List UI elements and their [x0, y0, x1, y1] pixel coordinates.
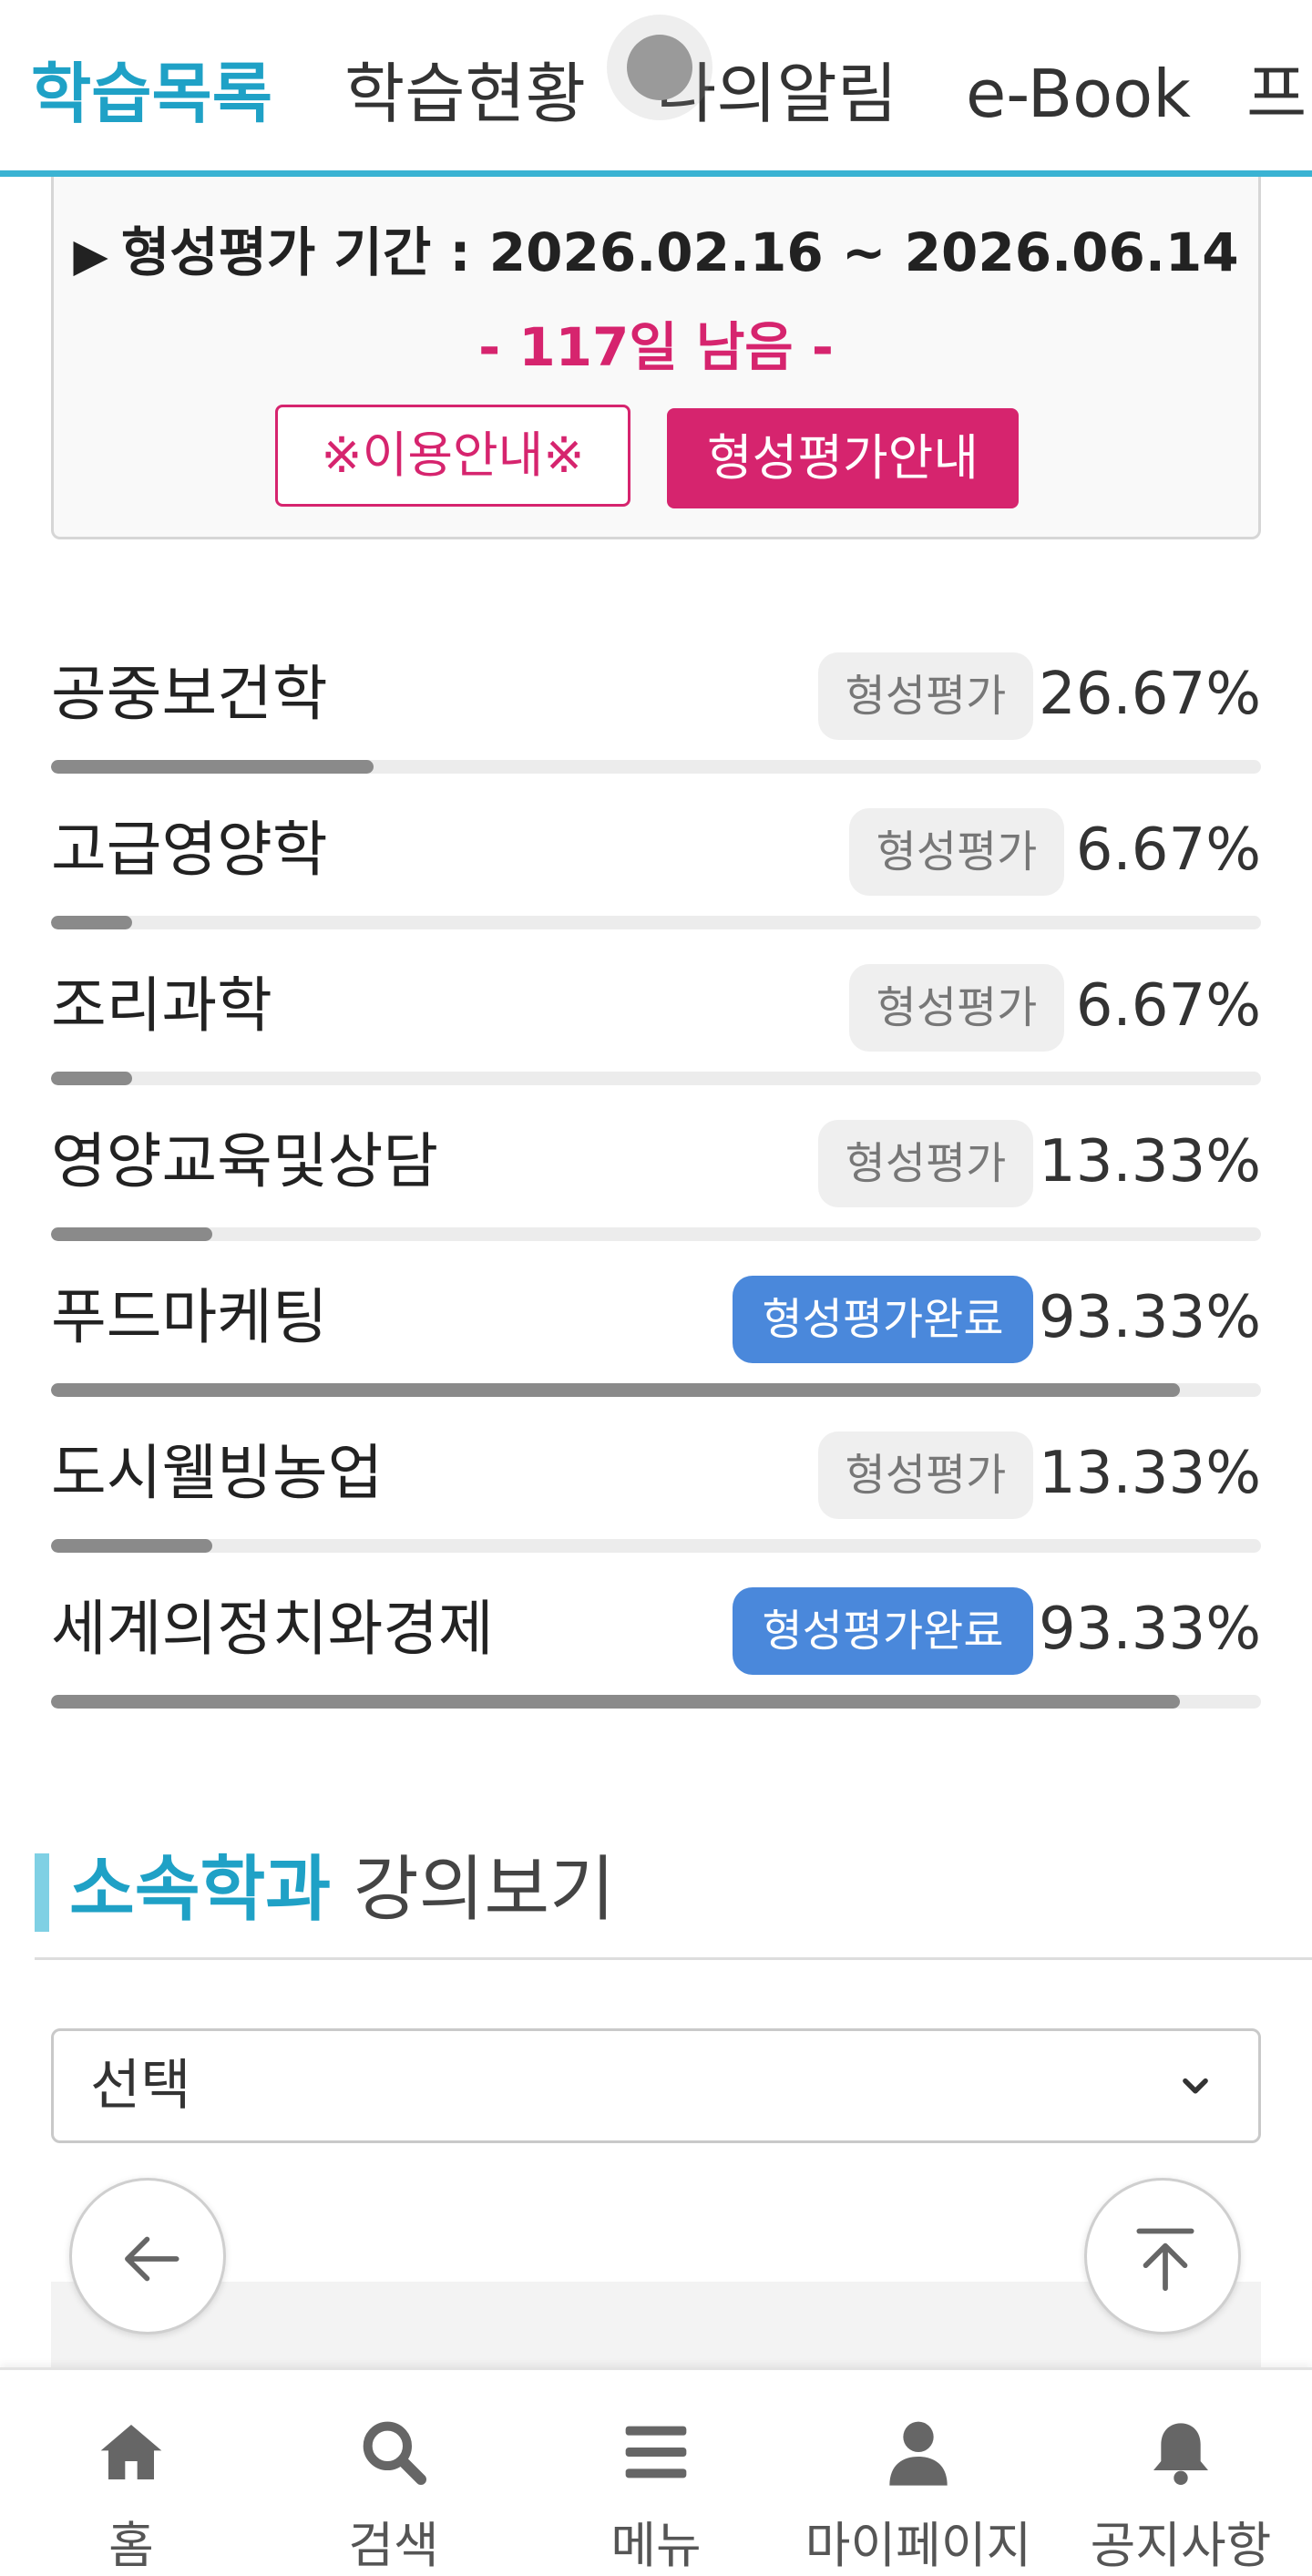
evaluation-period-box: ▶ 형성평가 기간 : 2026.02.16 ~ 2026.06.14 - 117…: [51, 177, 1261, 539]
progress-track: [51, 1539, 1261, 1553]
course-row[interactable]: 영양교육및상담 형성평가 13.33%: [51, 1116, 1261, 1272]
progress-fill: [51, 1072, 132, 1085]
progress-fill: [51, 1227, 213, 1241]
department-select[interactable]: 선택: [51, 2028, 1261, 2143]
menu-icon: [625, 2426, 687, 2479]
arrow-left-icon: [125, 2236, 179, 2282]
course-percent: 93.33%: [1038, 1284, 1261, 1351]
course-name[interactable]: 영양교육및상담: [51, 1116, 438, 1207]
tab-study-list[interactable]: 학습목록: [31, 53, 272, 135]
chevron-down-icon: [1183, 2078, 1208, 2094]
progress-track: [51, 1227, 1261, 1241]
evaluation-badge[interactable]: 형성평가: [818, 1120, 1033, 1207]
course-percent: 6.67%: [1075, 972, 1261, 1040]
evaluation-period-label: 형성평가 기간 : 2026.02.16 ~ 2026.06.14: [120, 221, 1239, 283]
course-row[interactable]: 공중보건학 형성평가 26.67%: [51, 649, 1261, 805]
section-title: 소속학과 강의보기: [69, 1842, 615, 1937]
nav-mypage[interactable]: 마이페이지: [787, 2370, 1050, 2576]
evaluation-complete-badge[interactable]: 형성평가완료: [733, 1587, 1033, 1675]
touch-indicator: [627, 35, 692, 100]
course-percent: 26.67%: [1038, 661, 1261, 728]
course-name[interactable]: 조리과학: [51, 960, 272, 1052]
course-percent: 6.67%: [1075, 816, 1261, 884]
evaluation-guide-button[interactable]: 형성평가안내: [667, 408, 1019, 508]
course-percent: 13.33%: [1038, 1128, 1261, 1196]
tab-study-status[interactable]: 학습현황: [344, 53, 586, 135]
progress-track: [51, 1072, 1261, 1085]
course-percent: 93.33%: [1038, 1596, 1261, 1663]
progress-fill: [51, 1539, 213, 1553]
nav-notice[interactable]: 공지사항: [1050, 2370, 1312, 2576]
progress-fill: [51, 1695, 1181, 1709]
user-icon: [889, 2421, 948, 2486]
nav-mypage-label: 마이페이지: [805, 2517, 1032, 2574]
section-title-marker: [35, 1853, 49, 1932]
triangle-right-icon: ▶: [73, 229, 108, 282]
bell-icon: [1153, 2423, 1208, 2485]
tab-overflow[interactable]: 프: [1246, 53, 1307, 135]
evaluation-badge[interactable]: 형성평가: [818, 1432, 1033, 1519]
evaluation-period: ▶ 형성평가 기간 : 2026.02.16 ~ 2026.06.14: [54, 210, 1258, 286]
nav-notice-label: 공지사항: [1090, 2517, 1272, 2574]
section-title-rest: 강의보기: [331, 1849, 615, 1931]
nav-home[interactable]: 홈: [0, 2370, 262, 2576]
evaluation-badge[interactable]: 형성평가: [818, 652, 1033, 740]
section-divider: [35, 1957, 1312, 1960]
progress-fill: [51, 916, 132, 929]
course-name[interactable]: 공중보건학: [51, 649, 328, 740]
section-title-accent: 소속학과: [69, 1849, 332, 1931]
evaluation-badge[interactable]: 형성평가: [849, 964, 1064, 1052]
nav-search-label: 검색: [348, 2517, 439, 2574]
course-row[interactable]: 푸드마케팅 형성평가완료 93.33%: [51, 1272, 1261, 1428]
scroll-to-top-button[interactable]: [1084, 2178, 1241, 2335]
evaluation-badge[interactable]: 형성평가: [849, 808, 1064, 896]
nav-menu[interactable]: 메뉴: [525, 2370, 787, 2576]
evaluation-complete-badge[interactable]: 형성평가완료: [733, 1276, 1033, 1363]
days-remaining: - 117일 남음 -: [478, 316, 834, 378]
nav-home-label: 홈: [108, 2517, 154, 2574]
progress-fill: [51, 760, 374, 774]
nav-search[interactable]: 검색: [262, 2370, 525, 2576]
back-button[interactable]: [69, 2178, 226, 2335]
course-row[interactable]: 고급영양학 형성평가 6.67%: [51, 805, 1261, 960]
bottom-navigation: 홈 검색 메뉴 마이페이지 공지사항: [0, 2367, 1312, 2576]
course-row[interactable]: 조리과학 형성평가 6.67%: [51, 960, 1261, 1116]
course-row[interactable]: 세계의정치와경제 형성평가완료 93.33%: [51, 1584, 1261, 1740]
tab-ebook[interactable]: e-Book: [966, 53, 1191, 135]
home-icon: [100, 2425, 162, 2479]
progress-fill: [51, 1383, 1181, 1397]
usage-guide-button[interactable]: ※이용안내※: [275, 405, 630, 507]
progress-track: [51, 1695, 1261, 1709]
progress-track: [51, 760, 1261, 774]
progress-track: [51, 1383, 1261, 1397]
progress-track: [51, 916, 1261, 929]
search-icon: [363, 2421, 426, 2485]
course-row[interactable]: 도시웰빙농업 형성평가 13.33%: [51, 1428, 1261, 1584]
nav-menu-label: 메뉴: [610, 2517, 702, 2574]
course-name[interactable]: 도시웰빙농업: [51, 1428, 383, 1519]
top-tab-bar: 학습목록 학습현황 나의알림 e-Book 프: [0, 0, 1312, 177]
course-name[interactable]: 푸드마케팅: [51, 1272, 328, 1363]
course-name[interactable]: 세계의정치와경제: [51, 1584, 494, 1675]
arrow-up-to-top-icon: [1136, 2228, 1194, 2292]
course-percent: 13.33%: [1038, 1440, 1261, 1507]
department-select-value: 선택: [90, 2054, 191, 2118]
course-name[interactable]: 고급영양학: [51, 805, 328, 896]
